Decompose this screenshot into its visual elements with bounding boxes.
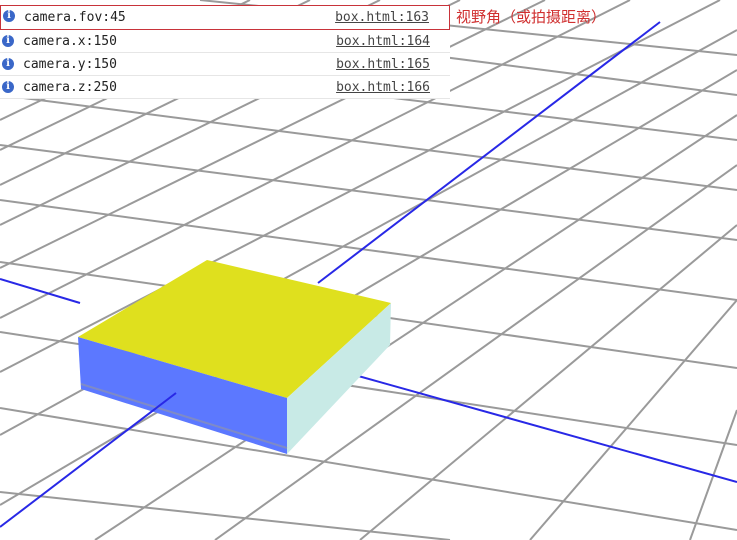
source-link[interactable]: box.html:166 bbox=[336, 80, 430, 95]
webgl-viewport: i camera.fov:45 box.html:163 i camera.x:… bbox=[0, 0, 737, 540]
console-message: camera.fov:45 bbox=[24, 10, 126, 25]
grid-line bbox=[359, 224, 737, 540]
grid-line bbox=[0, 94, 737, 191]
console-message: camera.x:150 bbox=[23, 34, 117, 49]
source-link[interactable]: box.html:163 bbox=[335, 10, 429, 25]
grid-line bbox=[0, 199, 737, 301]
info-icon: i bbox=[2, 58, 14, 70]
console-row: i camera.x:150 box.html:164 bbox=[0, 30, 450, 53]
console-row: i camera.fov:45 box.html:163 bbox=[0, 5, 450, 30]
info-icon: i bbox=[2, 81, 14, 93]
console-row: i camera.z:250 box.html:166 bbox=[0, 76, 450, 99]
grid-line bbox=[0, 144, 737, 241]
source-link[interactable]: box.html:164 bbox=[336, 34, 430, 49]
console-message: camera.z:250 bbox=[23, 80, 117, 95]
info-icon: i bbox=[2, 35, 14, 47]
console-row: i camera.y:150 box.html:165 bbox=[0, 53, 450, 76]
devtools-console: i camera.fov:45 box.html:163 i camera.x:… bbox=[0, 5, 450, 99]
grid-line bbox=[529, 299, 737, 540]
grid-line bbox=[0, 69, 737, 506]
annotation-label: 视野角（或拍摄距离） bbox=[456, 8, 607, 26]
info-icon: i bbox=[3, 10, 15, 22]
console-message: camera.y:150 bbox=[23, 57, 117, 72]
grid-line bbox=[0, 407, 737, 531]
source-link[interactable]: box.html:165 bbox=[336, 57, 430, 72]
box-mesh bbox=[78, 260, 391, 454]
